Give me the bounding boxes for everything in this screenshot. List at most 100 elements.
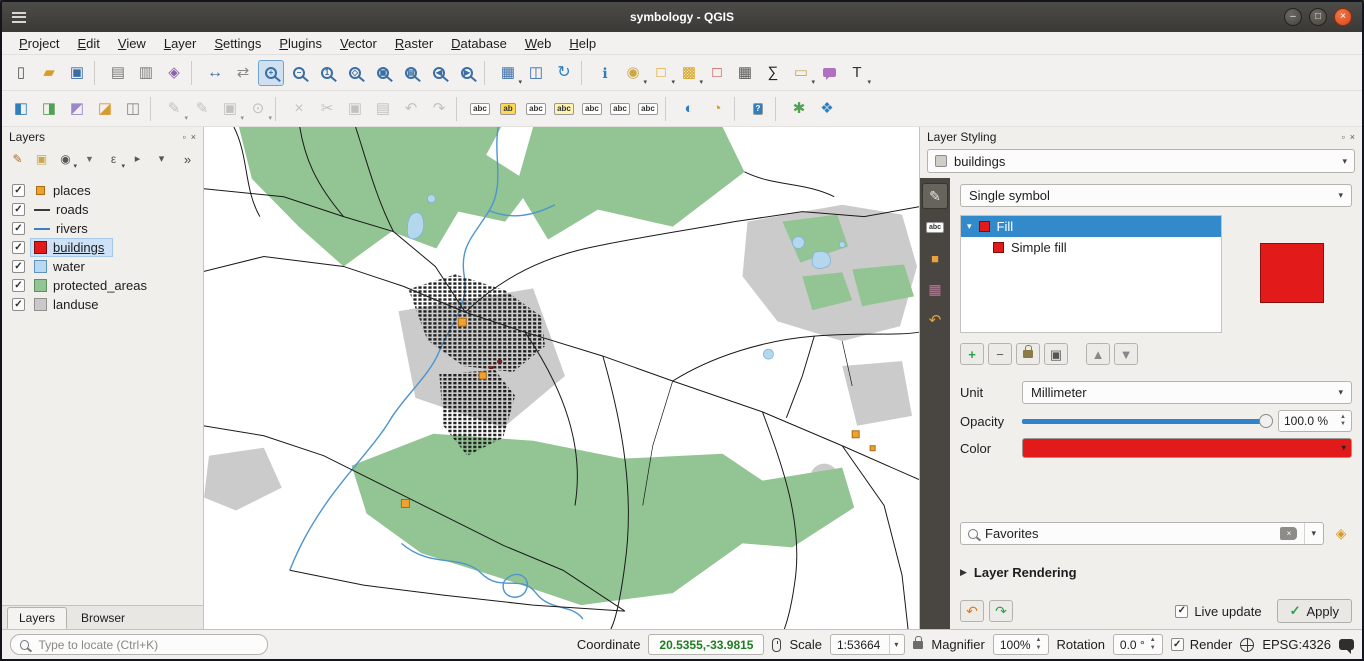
3d-view-tab-button[interactable]: ■: [922, 245, 948, 271]
layer-rendering-section[interactable]: ▶ Layer Rendering: [960, 565, 1352, 580]
menu-raster[interactable]: Raster: [386, 34, 442, 53]
pan-map-button[interactable]: ↔: [202, 60, 228, 86]
spin-up-icon[interactable]: ▲: [1150, 637, 1156, 644]
zoom-last-button[interactable]: ◀: [426, 60, 452, 86]
copy-features-button[interactable]: ▣: [342, 96, 368, 122]
help-contents-button[interactable]: ?: [745, 96, 771, 122]
clear-icon[interactable]: ×: [1280, 527, 1297, 540]
pan-to-selection-button[interactable]: ⇄: [230, 60, 256, 86]
rotation-spinbox[interactable]: 0.0 ° ▲ ▼: [1113, 634, 1163, 655]
current-edits-button[interactable]: ✎▾: [161, 96, 187, 122]
show-layout-manager-button[interactable]: ▥: [133, 60, 159, 86]
osm-place-search-button[interactable]: ◔: [704, 96, 730, 122]
spinner-arrows-icon[interactable]: ▲ ▼: [1340, 414, 1346, 428]
layer-item-places[interactable]: ✓places: [2, 181, 203, 200]
locate-search[interactable]: [10, 634, 268, 655]
zoom-in-button[interactable]: +: [258, 60, 284, 86]
spin-up-icon[interactable]: ▲: [1036, 637, 1042, 644]
lock-symbol-button[interactable]: [1016, 343, 1040, 365]
layer-item-roads[interactable]: ✓roads: [2, 200, 203, 219]
crs-icon[interactable]: [1240, 638, 1254, 652]
color-button[interactable]: ▾: [1022, 438, 1352, 458]
chevron-down-icon[interactable]: ▾: [889, 635, 898, 654]
labels-tab-button[interactable]: abc: [922, 214, 948, 240]
layer-checkbox[interactable]: ✓: [12, 279, 25, 292]
chevron-down-icon[interactable]: ▾: [1304, 523, 1316, 544]
layer-checkbox[interactable]: ✓: [12, 298, 25, 311]
menu-plugins[interactable]: Plugins: [270, 34, 331, 53]
move-symbol-down-button[interactable]: ▼: [1114, 343, 1138, 365]
style-manager-button[interactable]: ◈: [161, 60, 187, 86]
layer-item-water[interactable]: ✓water: [2, 257, 203, 276]
new-print-layout-button[interactable]: ▤: [105, 60, 131, 86]
spin-down-icon[interactable]: ▼: [1340, 421, 1346, 428]
symbol-tree-item-simple-fill[interactable]: Simple fill: [961, 237, 1221, 258]
apply-button[interactable]: ✓ Apply: [1277, 599, 1352, 623]
undo-button[interactable]: ↶: [398, 96, 424, 122]
close-panel-icon[interactable]: ×: [191, 132, 196, 142]
layer-item-landuse[interactable]: ✓landuse: [2, 295, 203, 314]
move-label-button[interactable]: abc: [579, 96, 605, 122]
rotate-label-button[interactable]: abc: [607, 96, 633, 122]
minimize-button[interactable]: –: [1284, 8, 1302, 26]
spin-down-icon[interactable]: ▼: [1036, 645, 1042, 652]
data-source-manager-button[interactable]: ◧: [8, 96, 34, 122]
zoom-out-button[interactable]: −: [286, 60, 312, 86]
titlebar[interactable]: symbology - QGIS –□×: [2, 2, 1362, 32]
pin-labels-button[interactable]: abc: [523, 96, 549, 122]
undo-style-button[interactable]: ↶: [960, 600, 984, 622]
identify-features-button[interactable]: ℹ: [592, 60, 618, 86]
close-panel-icon[interactable]: ×: [1350, 132, 1355, 142]
save-layer-edits-button[interactable]: ▣▾: [217, 96, 243, 122]
layer-checkbox[interactable]: ✓: [12, 241, 25, 254]
new-virtual-layer-button[interactable]: ◪: [92, 96, 118, 122]
zoom-to-layer-button[interactable]: ▤: [398, 60, 424, 86]
new-3d-map-view-button[interactable]: ◫: [523, 60, 549, 86]
new-map-view-button[interactable]: ▦▾: [495, 60, 521, 86]
menu-layer[interactable]: Layer: [155, 34, 206, 53]
new-geopackage-layer-button[interactable]: ◨: [36, 96, 62, 122]
measure-button[interactable]: ▭▾: [788, 60, 814, 86]
plugin-manager-button[interactable]: ❖: [814, 96, 840, 122]
open-project-button[interactable]: ▰: [36, 60, 62, 86]
messages-icon[interactable]: [1339, 639, 1354, 650]
spin-up-icon[interactable]: ▲: [1340, 414, 1346, 421]
style-manager-button[interactable]: ◈: [1330, 523, 1352, 545]
filter-legend-button[interactable]: ▼: [79, 149, 100, 170]
layer-selector-combo[interactable]: buildings ▾: [927, 149, 1355, 173]
add-symbol-layer-button[interactable]: +: [960, 343, 984, 365]
menu-settings[interactable]: Settings: [205, 34, 270, 53]
tab-layers[interactable]: Layers: [7, 607, 67, 629]
expand-all-button[interactable]: ▸: [127, 149, 148, 170]
opacity-slider[interactable]: [1022, 410, 1272, 432]
refresh-map-button[interactable]: ↻: [551, 60, 577, 86]
cut-features-button[interactable]: ✂: [314, 96, 340, 122]
new-shapefile-layer-button[interactable]: ◩: [64, 96, 90, 122]
save-project-button[interactable]: ▣: [64, 60, 90, 86]
deselect-features-button[interactable]: □: [704, 60, 730, 86]
layer-diagram-button[interactable]: ab: [495, 96, 521, 122]
symbol-type-combo[interactable]: Single symbol ▾: [960, 184, 1352, 207]
close-button[interactable]: ×: [1334, 8, 1352, 26]
scale-combo[interactable]: 1:53664 ▾: [830, 634, 905, 655]
processing-toolbox-button[interactable]: ✱: [786, 96, 812, 122]
toggle-editing-button[interactable]: ✎: [189, 96, 215, 122]
render-checkbox[interactable]: ✓ Render: [1171, 637, 1233, 652]
metasearch-button[interactable]: ◐: [676, 96, 702, 122]
float-panel-icon[interactable]: ▫: [183, 132, 186, 142]
select-by-value-button[interactable]: ▩▾: [676, 60, 702, 86]
collapse-all-button[interactable]: ▾: [151, 149, 172, 170]
change-label-button[interactable]: abc: [635, 96, 661, 122]
select-features-button[interactable]: □▾: [648, 60, 674, 86]
favorites-search[interactable]: Favorites × ▾: [960, 522, 1324, 545]
map-tips-button[interactable]: [816, 60, 842, 86]
mouse-position-icon[interactable]: [772, 638, 781, 652]
locate-input[interactable]: [36, 637, 258, 653]
remove-symbol-layer-button[interactable]: −: [988, 343, 1012, 365]
spinner-arrows-icon[interactable]: ▲ ▼: [1036, 637, 1042, 651]
new-project-button[interactable]: ▯: [8, 60, 34, 86]
float-panel-icon[interactable]: ▫: [1342, 132, 1345, 142]
open-attribute-table-button[interactable]: ▦: [732, 60, 758, 86]
menu-help[interactable]: Help: [560, 34, 605, 53]
unit-combo[interactable]: Millimeter ▾: [1022, 381, 1352, 404]
